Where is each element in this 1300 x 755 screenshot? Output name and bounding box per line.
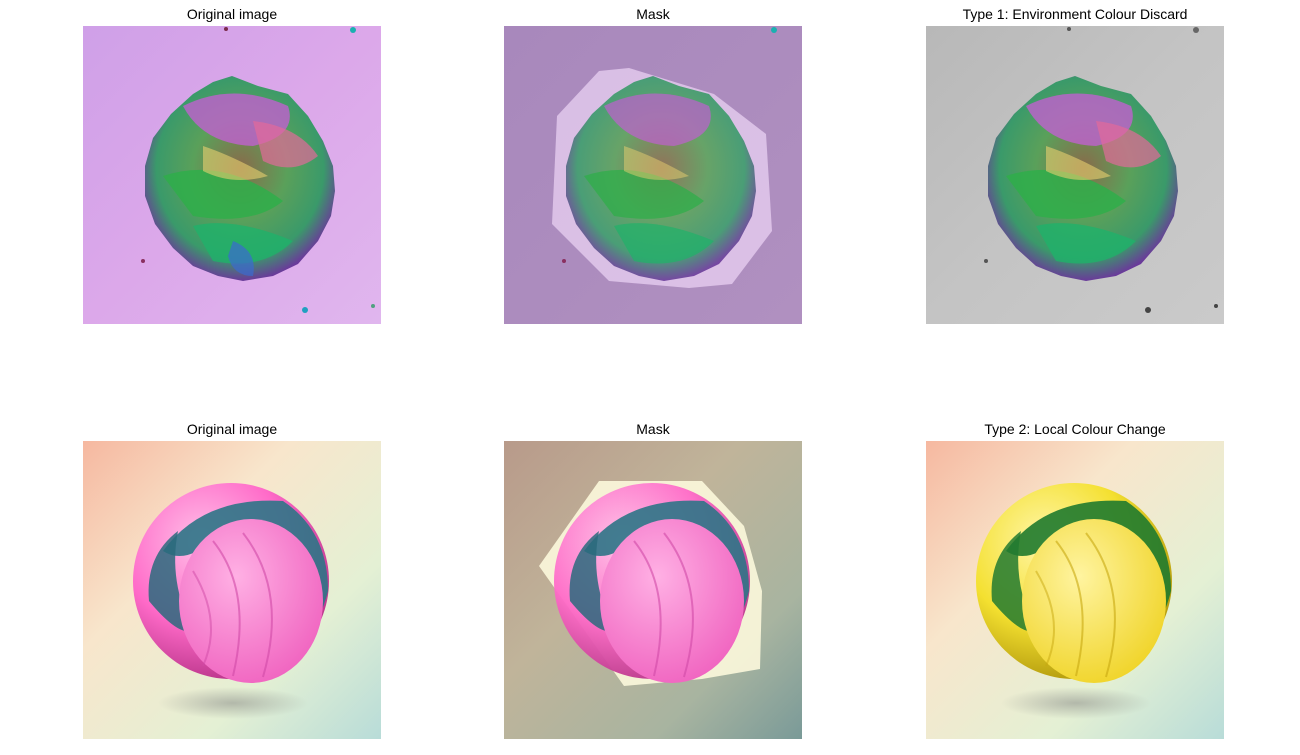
panel-title: Mask bbox=[636, 421, 670, 437]
original-image-flower bbox=[83, 26, 381, 324]
panel-title: Type 1: Environment Colour Discard bbox=[962, 6, 1188, 22]
panel-title: Original image bbox=[186, 421, 278, 437]
mask-image-sphere bbox=[504, 441, 802, 739]
panel-title: Type 2: Local Colour Change bbox=[984, 421, 1166, 437]
result-image-gray-background bbox=[926, 26, 1224, 324]
result-image-yellow-sphere bbox=[926, 441, 1224, 739]
mask-image-flower bbox=[504, 26, 802, 324]
panel-title: Mask bbox=[636, 6, 670, 22]
original-image-sphere bbox=[83, 441, 381, 739]
panel-title: Original image bbox=[186, 6, 278, 22]
